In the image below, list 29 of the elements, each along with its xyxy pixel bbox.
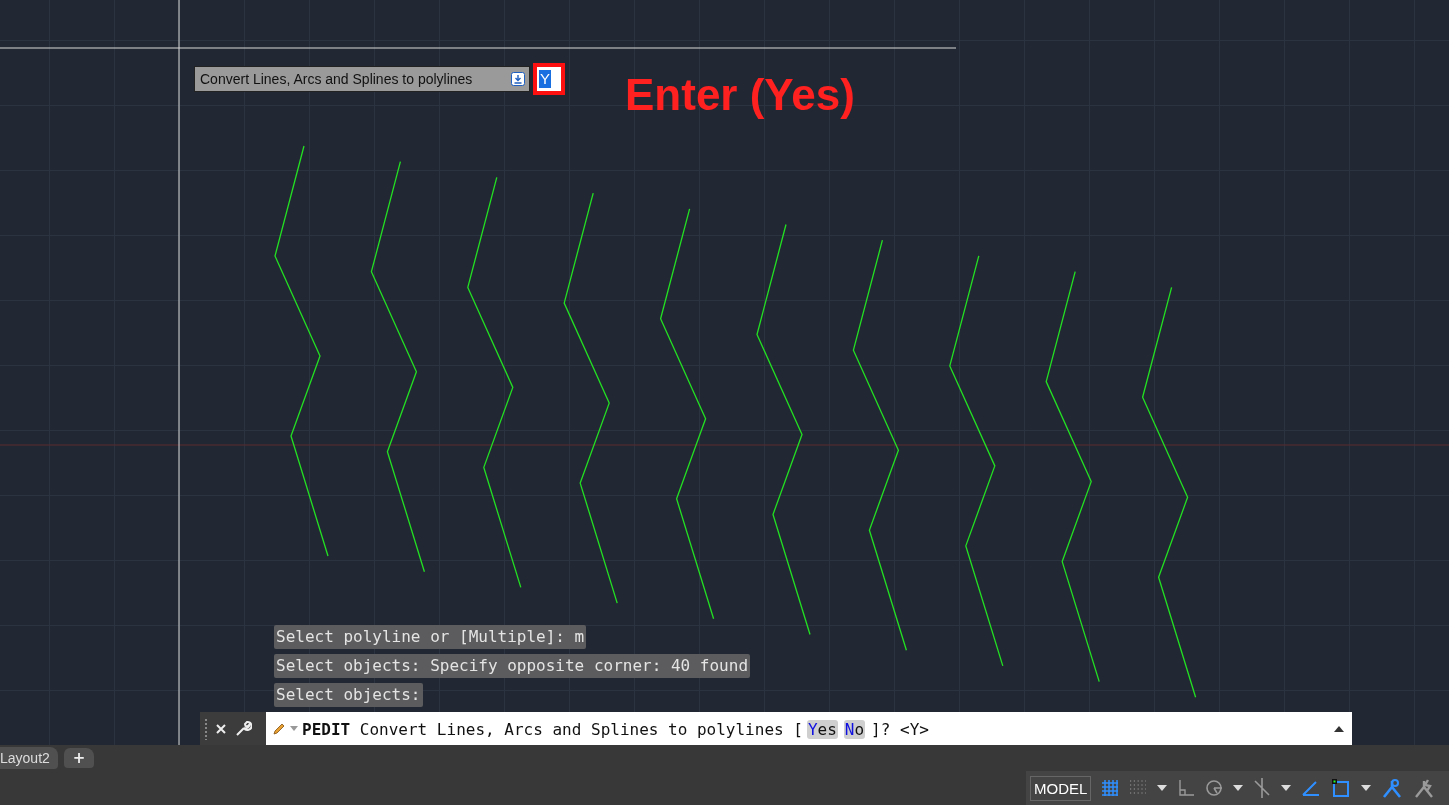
model-button[interactable]: MODEL (1030, 775, 1092, 801)
caret-icon[interactable] (1157, 785, 1168, 791)
tracking-icon[interactable] (1301, 779, 1322, 797)
grid-icon[interactable] (1101, 779, 1120, 797)
command-option[interactable]: No (843, 719, 866, 739)
wrench-icon[interactable] (234, 720, 252, 738)
annotation-visibility-icon[interactable] (1381, 777, 1404, 799)
polar-icon[interactable] (1205, 779, 1224, 797)
command-input-field[interactable]: PEDIT Convert Lines, Arcs and Splines to polylines [ Yes No ]? <Y> (266, 712, 1352, 746)
close-icon[interactable] (215, 723, 227, 735)
download-icon[interactable] (511, 72, 525, 86)
command-line-handle[interactable] (200, 712, 266, 746)
command-default: ]? <Y> (871, 719, 929, 739)
pencil-icon[interactable] (272, 722, 286, 736)
caret-icon[interactable] (1233, 785, 1244, 791)
expand-icon[interactable] (1334, 726, 1344, 732)
autoscale-icon[interactable] (1413, 777, 1436, 799)
ortho-icon[interactable] (1177, 779, 1196, 797)
isodraft-icon[interactable] (1253, 777, 1272, 799)
input-field[interactable]: Y (533, 63, 565, 95)
layout-tab[interactable]: Layout2 (0, 747, 58, 769)
add-layout-tab[interactable]: + (63, 748, 95, 768)
command-option[interactable]: Yes (806, 719, 838, 739)
caret-icon[interactable] (1361, 785, 1372, 791)
tooltip-text: Convert Lines, Arcs and Splines to polylines (200, 71, 474, 87)
object-snap-icon[interactable] (1331, 778, 1352, 798)
command-prompt: PEDIT Convert Lines, Arcs and Splines to polylines [ (302, 719, 803, 739)
annotation-text: Enter (Yes) (625, 70, 855, 120)
caret-icon[interactable] (1281, 785, 1292, 791)
